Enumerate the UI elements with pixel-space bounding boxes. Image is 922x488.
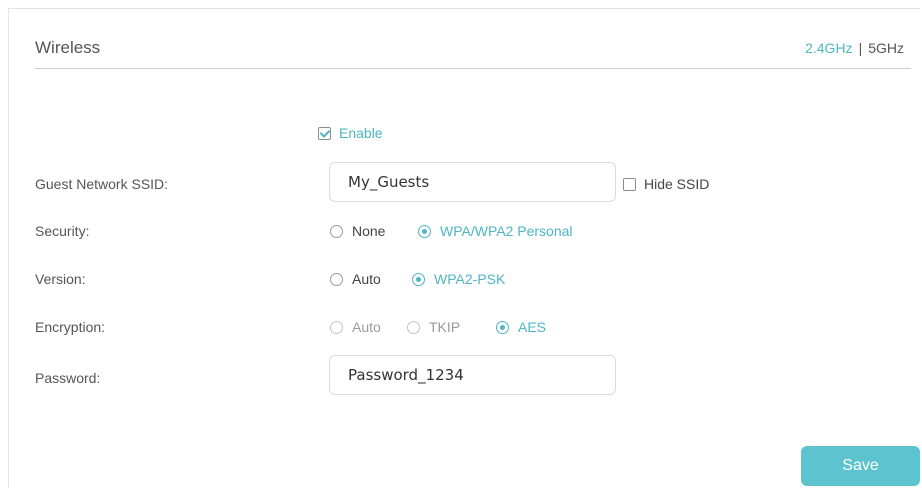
save-button[interactable]: Save	[801, 446, 920, 486]
encryption-tkip-radio: TKIP	[407, 319, 460, 335]
title-divider	[35, 68, 911, 69]
radio-disabled-icon	[330, 320, 343, 334]
band-switch: 2.4GHz | 5GHz	[805, 40, 904, 56]
band-5ghz-link[interactable]: 5GHz	[868, 40, 904, 56]
ssid-input[interactable]	[329, 162, 616, 202]
security-wpa-radio[interactable]: WPA/WPA2 Personal	[418, 223, 573, 239]
encryption-tkip-label: TKIP	[429, 319, 461, 335]
radio-selected-icon	[496, 320, 509, 334]
radio-disabled-icon	[407, 320, 420, 334]
version-auto-label: Auto	[352, 271, 381, 287]
encryption-aes-radio[interactable]: AES	[496, 319, 546, 335]
enable-label: Enable	[339, 125, 383, 141]
encryption-auto-label: Auto	[352, 319, 381, 335]
security-wpa-label: WPA/WPA2 Personal	[440, 223, 573, 239]
password-input[interactable]	[329, 355, 616, 395]
hide-ssid-label: Hide SSID	[644, 176, 710, 192]
version-label: Version:	[35, 271, 86, 287]
radio-icon	[330, 224, 343, 238]
wireless-panel: Wireless 2.4GHz | 5GHz Enable Guest Networ…	[8, 8, 920, 488]
band-separator: |	[858, 40, 863, 56]
band-2-4ghz-link[interactable]: 2.4GHz	[805, 40, 852, 56]
section-title: Wireless	[35, 38, 101, 57]
encryption-label: Encryption:	[35, 319, 106, 335]
enable-checkbox[interactable]: Enable	[318, 125, 383, 141]
ssid-label: Guest Network SSID:	[35, 176, 169, 192]
radio-selected-icon	[418, 224, 431, 238]
version-wpa2psk-radio[interactable]: WPA2-PSK	[412, 271, 505, 287]
version-auto-radio[interactable]: Auto	[330, 271, 381, 287]
security-none-label: None	[352, 223, 386, 239]
version-wpa2psk-label: WPA2-PSK	[434, 271, 506, 287]
encryption-auto-radio: Auto	[330, 319, 381, 335]
password-label: Password:	[35, 370, 101, 386]
security-label: Security:	[35, 223, 90, 239]
enable-check-icon	[318, 126, 331, 140]
hide-ssid-checkbox[interactable]: Hide SSID	[623, 176, 709, 192]
encryption-aes-label: AES	[518, 319, 547, 335]
radio-selected-icon	[412, 272, 425, 286]
security-none-radio[interactable]: None	[330, 223, 385, 239]
hide-ssid-check-icon	[623, 177, 636, 191]
radio-icon	[330, 272, 343, 286]
